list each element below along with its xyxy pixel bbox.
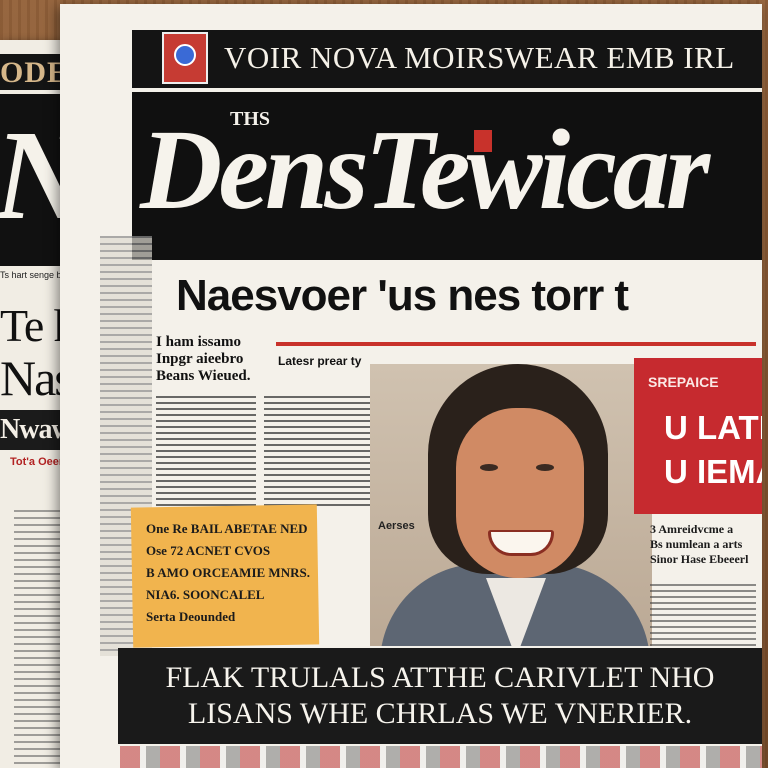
front-text-column	[156, 396, 256, 506]
front-photo-tag: Aerses	[378, 520, 415, 532]
front-kicker-band: VOIR NOVA MOIRSWEAR EMB IRL	[132, 30, 762, 88]
front-top-strip	[60, 4, 762, 24]
red-panel-line: U LATIA	[664, 409, 762, 446]
side-text-line: 3 Amreidvcme a	[650, 522, 734, 536]
callout-line: NIA6. SOONCALEL	[146, 587, 265, 602]
side-text-line: Bs numlean a arts	[650, 537, 743, 551]
callout-line: One Re BAIL ABETAE NED	[146, 521, 308, 536]
front-masthead-red-mark	[474, 130, 492, 152]
front-footer-strip	[120, 746, 762, 768]
front-newspaper: VOIR NOVA MOIRSWEAR EMB IRL THS DensTewi…	[60, 4, 762, 768]
banner-line: LISANS WHE CHRLAS WE VNERIER.	[187, 697, 693, 730]
front-callout-text: One Re BAIL ABETAE NED Ose 72 ACNET CVOS…	[146, 518, 318, 628]
front-kicker-text: VOIR NOVA MOIRSWEAR EMB IRL	[224, 40, 735, 75]
front-text-column	[264, 396, 380, 506]
front-badge-icon	[162, 32, 208, 84]
front-headline: Naesvoer 'us nes torr t	[176, 271, 629, 320]
front-red-rule	[276, 342, 756, 346]
callout-line: Serta Deounded	[146, 609, 236, 624]
front-side-column	[650, 584, 756, 648]
front-red-panel-text: U LATIA U IEMA	[664, 406, 762, 494]
front-portrait-photo	[370, 364, 652, 646]
story-title-line: Beans Wieued.	[156, 368, 251, 384]
callout-line: Ose 72 ACNET CVOS	[146, 543, 271, 558]
front-masthead-text: DensTewicar	[140, 106, 710, 233]
front-side-text: 3 Amreidvcme a Bs numlean a arts Sinor H…	[650, 522, 762, 567]
red-panel-line: U IEMA	[664, 453, 762, 490]
front-banner-text: FLAK TRULALS ATTHE CARIVLET NHO LISANS W…	[118, 660, 762, 732]
banner-line: FLAK TRULALS ATTHE CARIVLET NHO	[165, 661, 715, 694]
front-red-panel-top: SREPAICE	[648, 374, 719, 390]
callout-line: B AMO ORCEAMIE MNRS.	[146, 565, 310, 580]
side-text-line: Sinor Hase Ebeeerl	[650, 552, 749, 566]
